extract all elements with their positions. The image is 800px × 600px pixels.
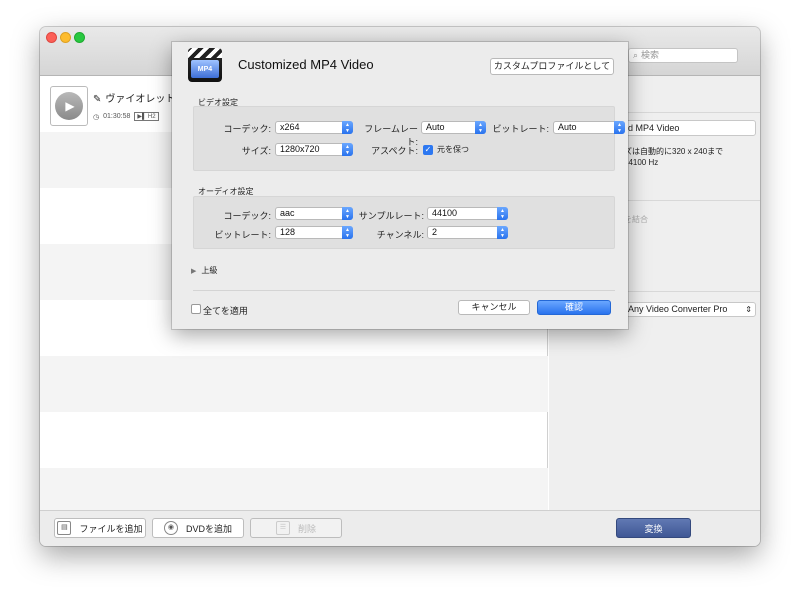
search-icon: ⌕ <box>633 50 639 60</box>
play-icon[interactable]: ▶ <box>55 92 83 120</box>
profile-info-line: 44100 Hz <box>624 158 659 167</box>
delete-button[interactable]: ☰ 削除 <box>250 518 342 538</box>
pencil-icon[interactable]: ✎ <box>93 94 101 105</box>
file-duration: 01:30:58 <box>103 113 131 120</box>
samplerate-label: サンプルレート: <box>358 211 424 221</box>
apply-all-checkbox[interactable] <box>191 304 201 314</box>
aspect-label: アスペクト: <box>371 146 418 156</box>
disclosure-triangle-icon[interactable]: ▶ <box>191 268 196 275</box>
delete-label: 削除 <box>297 523 316 534</box>
advanced-disclosure[interactable]: ▶ 上級 <box>191 265 217 276</box>
size-value: 1280x720 <box>280 144 320 154</box>
stepper-icon: ▲ ▼ <box>342 121 353 134</box>
output-folder-value: Any Video Converter Pro <box>628 304 728 314</box>
confirm-button[interactable]: 確認 <box>537 300 611 315</box>
video-settings-box: コーデック: x264 ▲ ▼ フレームレート: Auto ▲ ▼ ビットレート: Au… <box>193 106 625 171</box>
clock-icon: ◷ <box>93 113 100 121</box>
dvd-icon: ◉ <box>163 521 178 535</box>
size-select[interactable]: 1280x720 ▲ ▼ <box>275 143 353 156</box>
cancel-button[interactable]: キャンセル <box>458 300 530 315</box>
divider <box>193 290 615 291</box>
bottom-toolbar: ▤ ファイルを追加 ◉ DVDを追加 ☰ 削除 変換 <box>40 510 760 546</box>
mp4-app-icon: MP4 <box>188 48 222 82</box>
convert-button[interactable]: 変換 <box>616 518 691 538</box>
list-row <box>40 356 548 412</box>
video-thumbnail[interactable]: ▶ <box>50 86 88 126</box>
advanced-label: 上級 <box>201 266 218 275</box>
output-folder-select[interactable]: Any Video Converter Pro ⇕ <box>624 302 756 317</box>
codec-badge: ▶▌ H2 <box>134 112 159 121</box>
search-input[interactable]: ⌕ 検索 <box>628 48 738 63</box>
close-window-button[interactable] <box>46 32 57 43</box>
stepper-icon: ▲ ▼ <box>342 226 353 239</box>
samplerate-value: 44100 <box>432 208 458 218</box>
mp4-icon-label: MP4 <box>191 60 219 78</box>
keep-original-label: 元を保つ <box>437 145 469 154</box>
add-file-label: ファイルを追加 <box>79 523 143 534</box>
profile-info-line: ズは自動的に320 x 240まで <box>624 147 724 156</box>
search-placeholder: 検索 <box>641 50 660 60</box>
stepper-icon: ▲ ▼ <box>614 121 625 134</box>
delete-icon: ☰ <box>275 521 290 535</box>
framerate-select[interactable]: Auto ▲ ▼ <box>421 121 486 134</box>
audio-codec-value: aac <box>280 208 295 218</box>
add-file-icon: ▤ <box>57 521 72 535</box>
add-dvd-label: DVDを追加 <box>185 523 232 534</box>
file-name-text: ヴァイオレット <box>105 94 176 105</box>
maximize-window-button[interactable] <box>74 32 85 43</box>
framerate-value: Auto <box>426 122 445 132</box>
file-meta: ◷ 01:30:58 ▶▌ H2 <box>93 112 159 121</box>
video-codec-select[interactable]: x264 ▲ ▼ <box>275 121 353 134</box>
audio-bitrate-value: 128 <box>280 227 296 237</box>
profile-info: ズは自動的に320 x 240まで 44100 Hz <box>624 146 723 168</box>
video-bitrate-select[interactable]: Auto ▲ ▼ <box>553 121 625 134</box>
samplerate-select[interactable]: 44100 ▲ ▼ <box>427 207 508 220</box>
add-dvd-button[interactable]: ◉ DVDを追加 <box>152 518 244 538</box>
updown-icon: ⇕ <box>745 305 752 314</box>
clapperboard-icon <box>188 48 222 58</box>
audio-bitrate-label: ビットレート: <box>214 230 271 240</box>
save-custom-profile-button[interactable]: カスタムプロファイルとして <box>490 58 614 75</box>
output-profile-field[interactable]: d MP4 Video <box>624 120 756 136</box>
audio-bitrate-select[interactable]: 128 ▲ ▼ <box>275 226 353 239</box>
stepper-icon: ▲ ▼ <box>342 207 353 220</box>
stepper-icon: ▲ ▼ <box>475 121 486 134</box>
channels-value: 2 <box>432 227 438 237</box>
keep-original-checkbox[interactable]: ✓ <box>423 145 433 155</box>
profile-settings-dialog: MP4 Customized MP4 Video カスタムプロファイルとして ビ… <box>172 42 628 329</box>
file-name: ✎ ヴァイオレット <box>93 90 175 105</box>
audio-settings-box: コーデック: aac ▲ ▼ サンプルレート: 44100 ▲ ▼ ビットレート: 12… <box>193 196 615 249</box>
channels-select[interactable]: 2 ▲ ▼ <box>427 226 508 239</box>
audio-codec-select[interactable]: aac ▲ ▼ <box>275 207 353 220</box>
video-codec-label: コーデック: <box>223 124 271 134</box>
channels-label: チャンネル: <box>376 230 424 240</box>
add-file-button[interactable]: ▤ ファイルを追加 <box>54 518 146 538</box>
audio-codec-label: コーデック: <box>223 211 271 221</box>
dialog-title: Customized MP4 Video <box>238 57 374 72</box>
video-bitrate-label: ビットレート: <box>492 124 549 134</box>
stepper-icon: ▲ ▼ <box>497 226 508 239</box>
stepper-icon: ▲ ▼ <box>497 207 508 220</box>
stepper-icon: ▲ ▼ <box>342 143 353 156</box>
list-row <box>40 412 548 468</box>
video-bitrate-value: Auto <box>558 122 577 132</box>
apply-all-label: 全てを適用 <box>203 306 248 316</box>
minimize-window-button[interactable] <box>60 32 71 43</box>
video-codec-value: x264 <box>280 122 300 132</box>
codec-text: H2 <box>147 114 156 120</box>
size-label: サイズ: <box>241 146 271 156</box>
